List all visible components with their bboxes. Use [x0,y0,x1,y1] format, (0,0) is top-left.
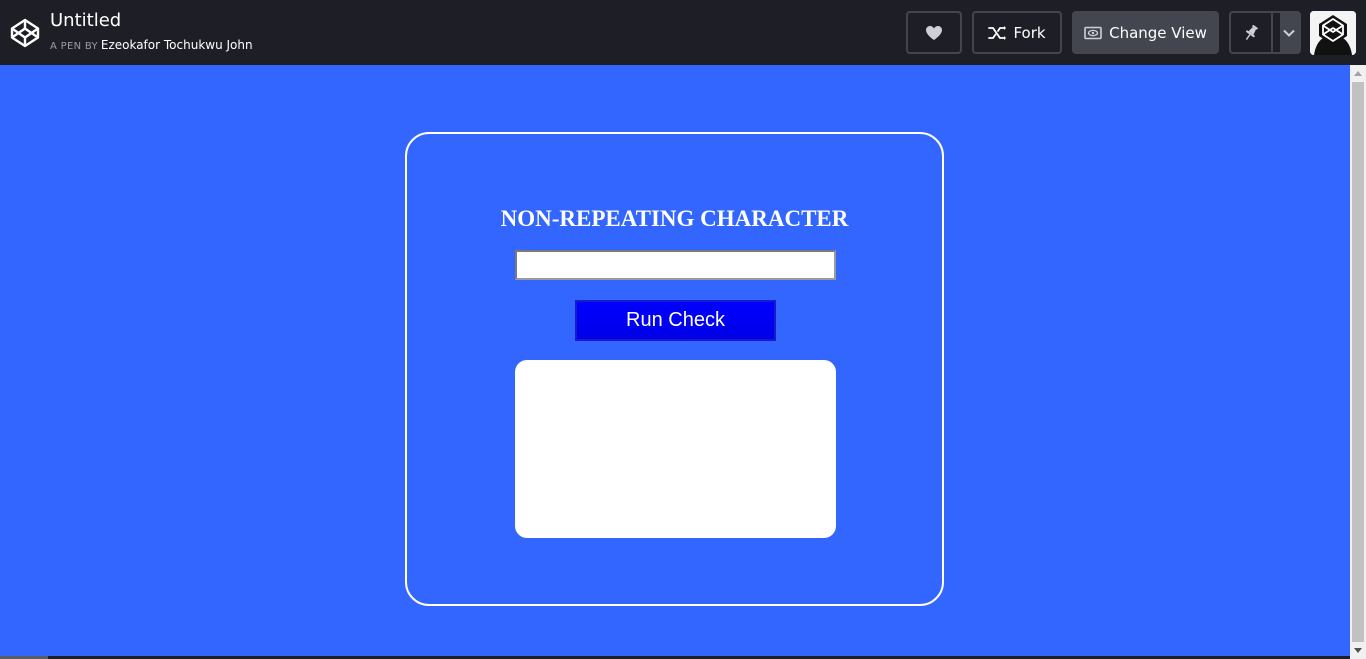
page-title: NON-REPEATING CHARACTER [500,206,849,231]
eye-icon [1084,26,1102,40]
codepen-logo-icon[interactable] [9,17,41,49]
checker-card: NON-REPEATING CHARACTER Run Check [405,132,944,606]
user-avatar[interactable] [1310,11,1356,55]
heart-icon [925,25,943,41]
pin-button[interactable] [1231,13,1273,52]
author-link[interactable]: Ezeokafor Tochukwu John [101,38,253,52]
like-button[interactable] [906,11,962,54]
scrollbar-thumb[interactable] [1352,82,1364,642]
fork-label: Fork [1013,23,1046,42]
fork-button[interactable]: Fork [972,11,1062,54]
pin-dropdown-toggle[interactable] [1279,13,1299,52]
fork-icon [988,25,1007,40]
pen-title[interactable]: Untitled [50,10,121,32]
pen-preview: NON-REPEATING CHARACTER Run Check [0,65,1350,659]
chevron-down-icon [1283,29,1296,37]
pin-button-group [1229,11,1301,54]
codepen-header: Untitled A PEN BY Ezeokafor Tochukwu John… [0,0,1366,65]
change-view-button[interactable]: Change View [1072,11,1219,54]
string-input[interactable] [515,250,836,280]
run-check-button[interactable]: Run Check [575,300,776,341]
result-box [515,360,836,538]
scroll-up-arrow-icon[interactable] [1350,65,1366,82]
scroll-down-arrow-icon[interactable] [1350,642,1366,659]
vertical-scrollbar[interactable] [1350,65,1366,659]
byline-prefix: A PEN BY [50,41,98,52]
pin-icon [1243,24,1259,42]
pen-byline: A PEN BY Ezeokafor Tochukwu John [50,38,253,54]
change-view-label: Change View [1109,23,1207,42]
